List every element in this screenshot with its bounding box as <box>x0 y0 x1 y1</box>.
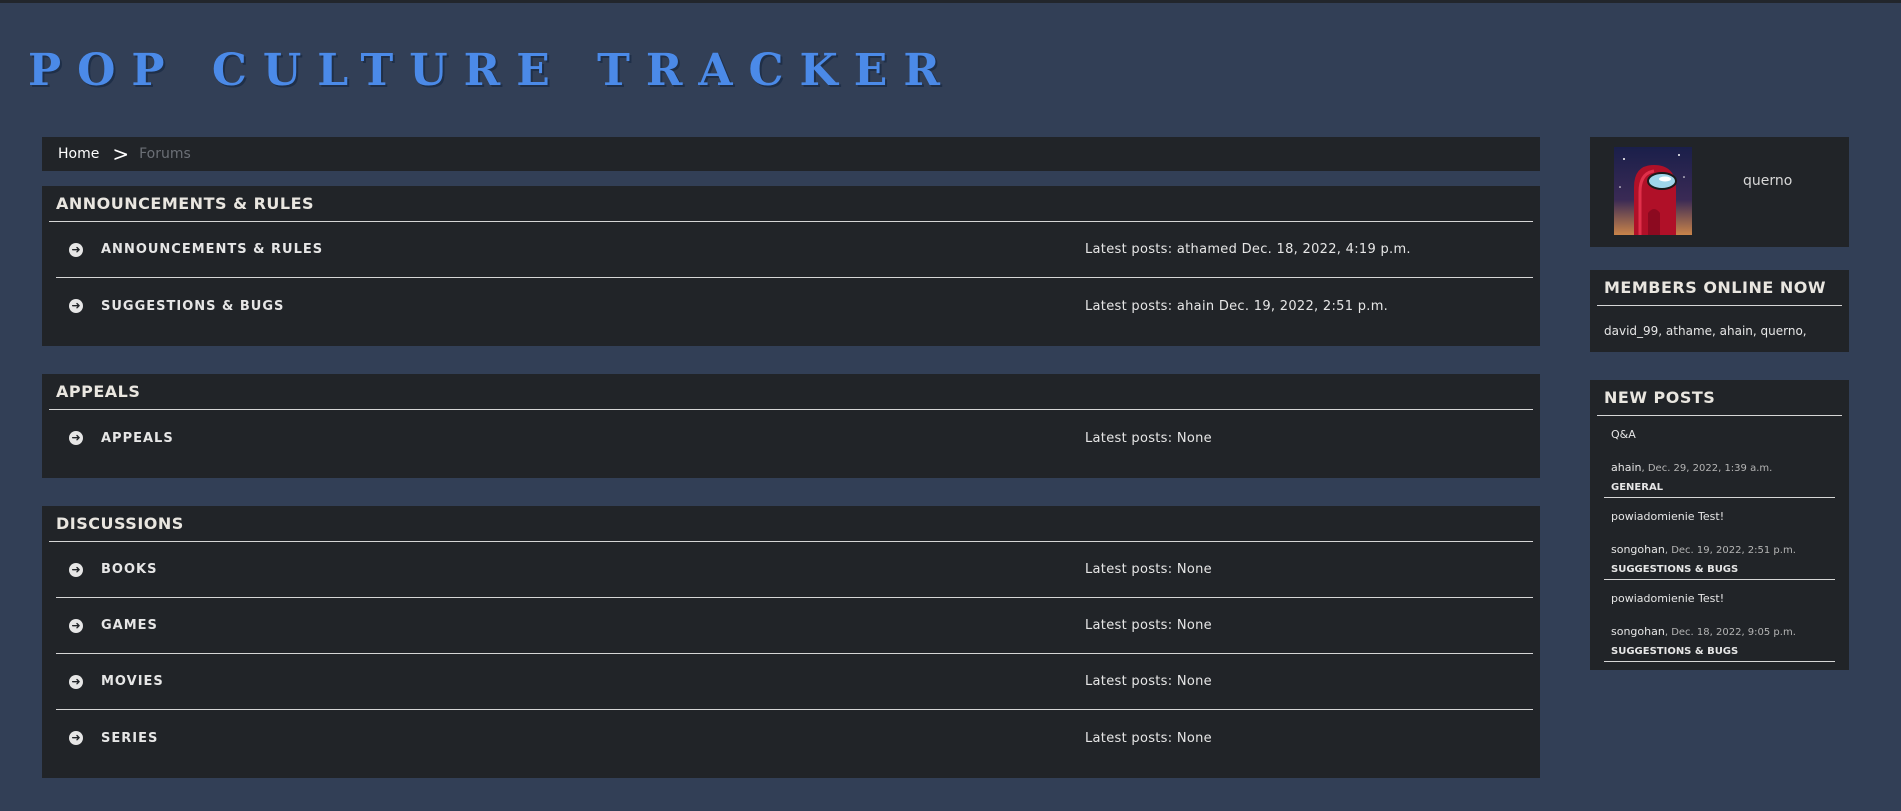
latest-posts: Latest posts: None <box>1085 562 1212 577</box>
post-author-link[interactable]: ahain <box>1611 461 1641 474</box>
section-title: APPEALS <box>49 374 1533 410</box>
post-meta: ahain, Dec. 29, 2022, 1:39 a.m. <box>1611 461 1828 474</box>
members-online-panel: MEMBERS ONLINE NOW david_99, athame, aha… <box>1590 270 1849 352</box>
arrow-circle-right-icon: ➜ <box>69 674 83 689</box>
avatar[interactable] <box>1614 147 1692 235</box>
sidebar: querno MEMBERS ONLINE NOW david_99, atha… <box>1590 137 1849 698</box>
arrow-circle-right-icon: ➜ <box>69 731 83 745</box>
main-content: Home > Forums ANNOUNCEMENTS & RULES ➜ AN… <box>42 137 1540 806</box>
user-card: querno <box>1590 137 1849 247</box>
post-date: , Dec. 19, 2022, 2:51 p.m. <box>1664 545 1796 556</box>
new-posts-title: NEW POSTS <box>1597 380 1842 416</box>
breadcrumb-home-link[interactable]: Home <box>58 146 99 162</box>
forum-row: ➜ MOVIES Latest posts: None <box>56 654 1533 710</box>
forum-row: ➜ APPEALS Latest posts: None <box>56 410 1533 466</box>
latest-posts: Latest posts: ahain Dec. 19, 2022, 2:51 … <box>1085 298 1389 314</box>
section-discussions: DISCUSSIONS ➜ BOOKS Latest posts: None ➜… <box>42 506 1540 778</box>
breadcrumb: Home > Forums <box>42 137 1540 171</box>
latest-posts: Latest posts: None <box>1085 730 1212 746</box>
section-announcements: ANNOUNCEMENTS & RULES ➜ ANNOUNCEMENTS & … <box>42 186 1540 346</box>
arrow-circle-right-icon: ➜ <box>69 618 83 633</box>
arrow-circle-right-icon: ➜ <box>69 299 83 313</box>
forum-row: ➜ SUGGESTIONS & BUGS Latest posts: ahain… <box>56 278 1533 334</box>
forum-link-announcements-rules[interactable]: ANNOUNCEMENTS & RULES <box>101 242 1085 257</box>
latest-posts: Latest posts: None <box>1085 618 1212 633</box>
forum-link-books[interactable]: BOOKS <box>101 562 1085 577</box>
arrow-circle-right-icon: ➜ <box>69 242 83 257</box>
post-date: , Dec. 29, 2022, 1:39 a.m. <box>1641 463 1773 474</box>
red-crewmate-avatar-icon <box>1614 147 1692 235</box>
new-post-item: Q&A ahain, Dec. 29, 2022, 1:39 a.m. GENE… <box>1604 416 1835 498</box>
section-appeals: APPEALS ➜ APPEALS Latest posts: None <box>42 374 1540 478</box>
new-posts-panel: NEW POSTS Q&A ahain, Dec. 29, 2022, 1:39… <box>1590 380 1849 670</box>
breadcrumb-separator: > <box>112 142 130 166</box>
arrow-circle-right-icon: ➜ <box>69 431 83 445</box>
forum-row: ➜ ANNOUNCEMENTS & RULES Latest posts: at… <box>56 222 1533 278</box>
arrow-circle-right-icon: ➜ <box>69 562 83 577</box>
latest-posts: Latest posts: None <box>1085 674 1212 689</box>
forum-row: ➜ GAMES Latest posts: None <box>56 598 1533 654</box>
post-meta: songohan, Dec. 19, 2022, 2:51 p.m. <box>1611 543 1828 556</box>
username-link[interactable]: querno <box>1743 173 1792 189</box>
latest-posts: Latest posts: None <box>1085 430 1212 446</box>
members-online-list: david_99, athame, ahain, querno, <box>1604 324 1807 338</box>
forum-link-suggestions-bugs[interactable]: SUGGESTIONS & BUGS <box>101 299 1085 314</box>
breadcrumb-current: Forums <box>139 146 191 162</box>
post-author-link[interactable]: songohan <box>1611 625 1665 638</box>
forum-link-series[interactable]: SERIES <box>101 731 1085 746</box>
post-category-link[interactable]: SUGGESTIONS & BUGS <box>1611 564 1828 575</box>
forum-row: ➜ BOOKS Latest posts: None <box>56 542 1533 598</box>
post-category-link[interactable]: SUGGESTIONS & BUGS <box>1611 646 1828 657</box>
forum-row: ➜ SERIES Latest posts: None <box>56 710 1533 766</box>
forum-link-games[interactable]: GAMES <box>101 618 1085 633</box>
section-title: DISCUSSIONS <box>49 506 1533 542</box>
new-post-item: powiadomienie Test! songohan, Dec. 19, 2… <box>1604 498 1835 580</box>
post-category-link[interactable]: GENERAL <box>1611 482 1828 493</box>
latest-posts: Latest posts: athamed Dec. 18, 2022, 4:1… <box>1085 242 1411 257</box>
post-title-link[interactable]: powiadomienie Test! <box>1611 510 1828 523</box>
post-title-link[interactable]: powiadomienie Test! <box>1611 592 1828 605</box>
new-post-item: powiadomienie Test! songohan, Dec. 18, 2… <box>1604 580 1835 662</box>
members-online-title: MEMBERS ONLINE NOW <box>1597 270 1842 306</box>
post-author-link[interactable]: songohan <box>1611 543 1665 556</box>
section-title: ANNOUNCEMENTS & RULES <box>49 186 1533 222</box>
post-date: , Dec. 18, 2022, 9:05 p.m. <box>1664 627 1796 638</box>
forum-link-movies[interactable]: MOVIES <box>101 674 1085 689</box>
site-title: POP CULTURE TRACKER <box>28 45 956 96</box>
post-meta: songohan, Dec. 18, 2022, 9:05 p.m. <box>1611 625 1828 638</box>
post-title-link[interactable]: Q&A <box>1611 428 1828 441</box>
forum-link-appeals[interactable]: APPEALS <box>101 431 1085 446</box>
